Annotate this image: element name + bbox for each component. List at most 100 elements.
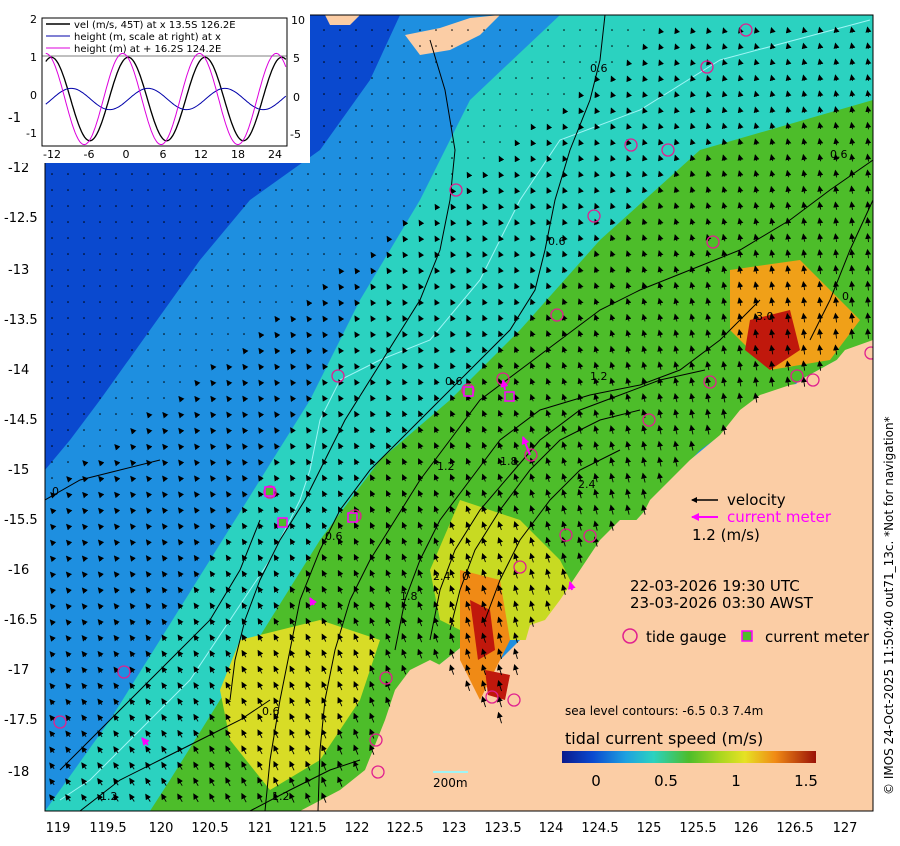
velocity-dot (51, 205, 53, 207)
velocity-dot (339, 157, 341, 159)
velocity-dot (579, 29, 581, 31)
velocity-dot (275, 269, 277, 271)
velocity-dot (499, 29, 501, 31)
velocity-dot (563, 77, 565, 79)
velocity-dot (99, 317, 101, 319)
velocity-dot (403, 93, 405, 95)
velocity-dot (179, 173, 181, 175)
velocity-dot (51, 253, 53, 255)
velocity-dot (211, 333, 213, 335)
velocity-dot (259, 285, 261, 287)
x-tick-label: 126.5 (776, 821, 813, 836)
velocity-dot (259, 173, 261, 175)
velocity-dot (499, 125, 501, 127)
velocity-dot (147, 397, 149, 399)
velocity-dot (483, 109, 485, 111)
velocity-dot (419, 93, 421, 95)
velocity-dot (83, 413, 85, 415)
velocity-dot (51, 477, 53, 479)
velocity-dot (547, 61, 549, 63)
x-tick-label: 126 (734, 821, 759, 836)
velocity-dot (99, 429, 101, 431)
velocity-dot (387, 189, 389, 191)
velocity-dot (483, 77, 485, 79)
velocity-dot (307, 285, 309, 287)
velocity-dot (227, 253, 229, 255)
velocity-dot (227, 237, 229, 239)
velocity-dot (403, 125, 405, 127)
velocity-dot (451, 109, 453, 111)
velocity-dot (403, 141, 405, 143)
velocity-dot (227, 349, 229, 351)
velocity-dot (483, 141, 485, 143)
velocity-dot (195, 205, 197, 207)
velocity-legend-label: velocity (727, 491, 786, 509)
velocity-dot (387, 93, 389, 95)
velocity-dot (163, 269, 165, 271)
velocity-dot (595, 61, 597, 63)
velocity-dot (67, 445, 69, 447)
velocity-dot (131, 173, 133, 175)
velocity-dot (83, 317, 85, 319)
velocity-dot (371, 237, 373, 239)
velocity-dot (323, 125, 325, 127)
current-meter-marker (277, 517, 288, 528)
velocity-dot (147, 381, 149, 383)
contour-label: 1.8 (500, 455, 518, 468)
velocity-dot (99, 413, 101, 415)
velocity-dot (131, 189, 133, 191)
velocity-dot (275, 189, 277, 191)
velocity-dot (83, 429, 85, 431)
velocity-dot (163, 173, 165, 175)
velocity-dot (371, 109, 373, 111)
velocity-dot (323, 237, 325, 239)
inset-left-tick: 2 (30, 13, 37, 26)
velocity-dot (339, 93, 341, 95)
velocity-dot (99, 237, 101, 239)
velocity-dot (99, 253, 101, 255)
velocity-dot (67, 381, 69, 383)
velocity-dot (467, 157, 469, 159)
velocity-dot (627, 29, 629, 31)
velocity-dot (99, 381, 101, 383)
velocity-dot (355, 253, 357, 255)
velocity-dot (259, 237, 261, 239)
velocity-dot (115, 365, 117, 367)
velocity-dot (227, 221, 229, 223)
velocity-dot (323, 141, 325, 143)
velocity-dot (67, 269, 69, 271)
velocity-dot (323, 157, 325, 159)
velocity-dot (211, 205, 213, 207)
velocity-dot (179, 205, 181, 207)
velocity-dot (147, 317, 149, 319)
velocity-dot (483, 157, 485, 159)
time-awst: 23-03-2026 03:30 AWST (630, 594, 814, 612)
inset-x-tick: 12 (194, 148, 208, 161)
velocity-dot (355, 29, 357, 31)
velocity-dot (83, 189, 85, 191)
velocity-dot (115, 429, 117, 431)
velocity-dot (531, 45, 533, 47)
velocity-dot (291, 269, 293, 271)
velocity-dot (403, 29, 405, 31)
velocity-dot (547, 109, 549, 111)
velocity-dot (307, 189, 309, 191)
velocity-dot (467, 77, 469, 79)
velocity-dot (451, 125, 453, 127)
velocity-dot (195, 189, 197, 191)
velocity-dot (147, 173, 149, 175)
current-meter-marker (347, 512, 358, 523)
velocity-dot (131, 205, 133, 207)
velocity-dot (243, 317, 245, 319)
y-tick-label: -14 (8, 363, 29, 378)
velocity-dot (339, 77, 341, 79)
velocity-dot (147, 237, 149, 239)
velocity-dot (355, 109, 357, 111)
y-tick-label: -17 (8, 663, 29, 678)
velocity-dot (595, 45, 597, 47)
velocity-dot (147, 253, 149, 255)
velocity-dot (131, 301, 133, 303)
velocity-dot (83, 349, 85, 351)
velocity-dot (195, 237, 197, 239)
copyright-notice: © IMOS 24-Oct-2025 11:50:40 out71_13c. *… (882, 416, 896, 795)
